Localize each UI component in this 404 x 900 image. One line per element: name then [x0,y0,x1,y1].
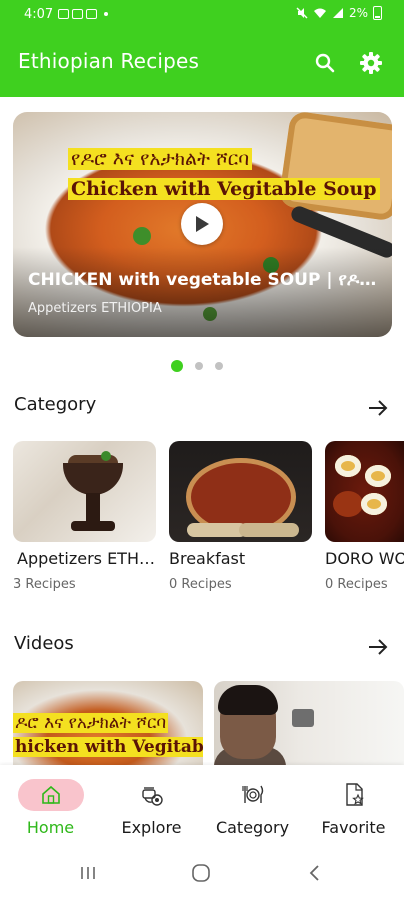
nav-icon-container [321,779,387,811]
nav-label: Explore [121,818,182,837]
home-circle-icon [192,864,210,882]
egg-image [361,493,387,515]
egg-image [365,465,391,487]
nav-category[interactable]: Category [202,765,303,845]
bottom-navigation: Home Explore Category Favorite [0,765,404,845]
home-system-button[interactable] [191,863,211,883]
category-card[interactable]: Appetizers ETHI... 3 Recipes [13,441,156,592]
nav-active-indicator [17,779,84,811]
category-image [325,441,404,542]
kitchen-background-image [292,709,314,727]
system-status-icons: 2% [296,6,382,20]
category-image [13,441,156,542]
gallery-icon [86,9,97,19]
bread-image [277,112,392,222]
play-icon [196,216,209,232]
favorite-icon [345,783,364,806]
search-icon [315,53,335,73]
vegetable-image [133,227,151,245]
back-icon [309,865,319,881]
bowl-base [71,521,115,531]
category-image [169,441,312,542]
bowl-stem [86,493,100,523]
explore-icon [141,787,163,806]
category-section-title: Category [14,394,97,415]
battery-level: 2% [348,6,368,20]
back-button[interactable] [306,863,322,883]
category-name: Breakfast [169,549,246,568]
cutlery-icon [241,785,263,803]
battery-icon [373,6,382,20]
signal-icon [332,8,343,18]
thumbnail-caption-english: Chicken with Vegitable Soup [68,178,380,200]
carousel-dot[interactable] [195,362,203,370]
nav-home[interactable]: Home [0,765,101,845]
nav-label: Favorite [321,818,386,837]
category-name: DORO WO [325,549,404,568]
videos-section-title: Videos [14,633,74,654]
home-icon [41,785,60,804]
category-recipe-count: 0 Recipes [325,577,388,592]
arrow-right-icon [369,639,388,655]
video-card[interactable] [214,681,404,765]
notification-icon [58,9,69,19]
image-icon [72,9,83,19]
play-button[interactable] [181,203,223,245]
wifi-icon [313,8,326,18]
search-button[interactable] [312,50,338,76]
bread-roll-image [187,523,247,537]
featured-video-title: CHICKEN with vegetable SOUP | የዶሮ... [28,270,383,290]
more-notifications-icon [104,12,108,16]
thumbnail-overlay [13,247,392,337]
status-bar: 4:07 2% [0,0,404,30]
nav-label: Home [26,818,75,837]
thumbnail-caption-english: hicken with Vegitable S [13,737,203,757]
recent-apps-button[interactable] [78,863,98,883]
arrow-right-icon [369,400,388,416]
plate-image [191,463,291,531]
mute-icon [296,7,308,19]
app-header: 4:07 2% Ethiopian Recipes [0,0,404,97]
category-card[interactable]: DORO WO 0 Recipes [325,441,404,592]
chicken-image [333,491,363,517]
status-time: 4:07 [24,7,54,22]
video-card[interactable]: ዶሮ እና የአታክልት ሾርባ hicken with Vegitable S [13,681,203,765]
nav-favorite[interactable]: Favorite [303,765,404,845]
category-card[interactable]: Breakfast 0 Recipes [169,441,312,592]
recent-apps-icon [81,867,95,879]
settings-button[interactable] [358,50,384,76]
system-navigation-bar [0,845,404,900]
garnish-image [101,451,111,461]
nav-label: Category [215,818,290,837]
app-title: Ethiopian Recipes [18,49,200,73]
bowl-image [63,463,123,495]
category-recipe-count: 0 Recipes [169,577,232,592]
notification-icons [58,9,108,19]
thumbnail-caption-amharic: የዶሮ እና የአታክልት ሾርባ [68,148,253,170]
egg-image [335,455,361,477]
featured-video-channel: Appetizers ETHIOPIA [28,301,162,316]
person-hair-image [218,685,278,715]
featured-video-card[interactable]: የዶሮ እና የአታክልት ሾርባ Chicken with Vegitable… [13,112,392,337]
thumbnail-caption-amharic: ዶሮ እና የአታክልት ሾርባ [13,713,169,733]
category-recipe-count: 3 Recipes [13,577,76,592]
carousel-dot[interactable] [171,360,183,372]
carousel-dot[interactable] [215,362,223,370]
nav-icon-container [119,779,185,811]
gear-icon [360,52,382,74]
videos-see-all-button[interactable] [366,635,390,659]
category-name: Appetizers ETHI... [17,549,156,568]
bread-roll-image [239,523,299,537]
nav-explore[interactable]: Explore [101,765,202,845]
category-see-all-button[interactable] [366,396,390,420]
carousel-indicator [171,360,223,372]
nav-icon-container [220,779,286,811]
